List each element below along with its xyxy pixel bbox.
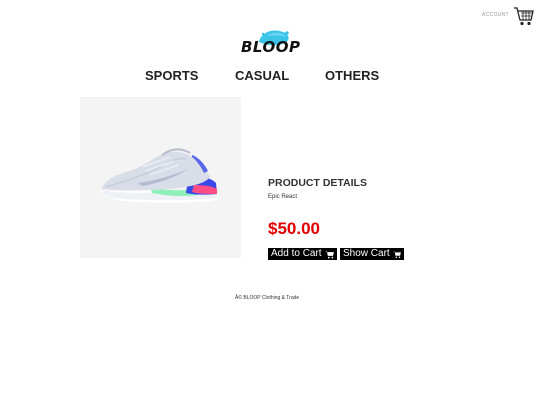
show-cart-button[interactable]: Show Cart xyxy=(340,248,404,260)
product-price: $50.00 xyxy=(268,219,320,238)
product-image xyxy=(80,97,241,258)
product-name: Epic React xyxy=(268,194,298,200)
nav-item-sports[interactable]: SPORTS xyxy=(145,68,198,83)
cart-icon xyxy=(324,250,334,258)
main-nav: SPORTS CASUAL OTHERS xyxy=(0,68,540,86)
shopping-cart-icon[interactable] xyxy=(513,5,535,27)
add-to-cart-label: Add to Cart xyxy=(271,248,322,259)
account-link[interactable]: ACCOUNT xyxy=(482,12,509,18)
bloop-logo[interactable]: BLOOP xyxy=(239,28,303,58)
nav-item-others[interactable]: OTHERS xyxy=(325,68,379,83)
logo-text: BLOOP xyxy=(241,38,301,56)
cart-icon xyxy=(392,251,401,258)
sneaker-image xyxy=(100,148,219,203)
footer-copyright: Â© BLOOP Clothing & Trade xyxy=(235,295,300,301)
nav-item-casual[interactable]: CASUAL xyxy=(235,68,289,83)
product-details-title: PRODUCT DETAILS xyxy=(268,177,367,189)
add-to-cart-button[interactable]: Add to Cart xyxy=(268,248,337,260)
show-cart-label: Show Cart xyxy=(343,248,390,259)
